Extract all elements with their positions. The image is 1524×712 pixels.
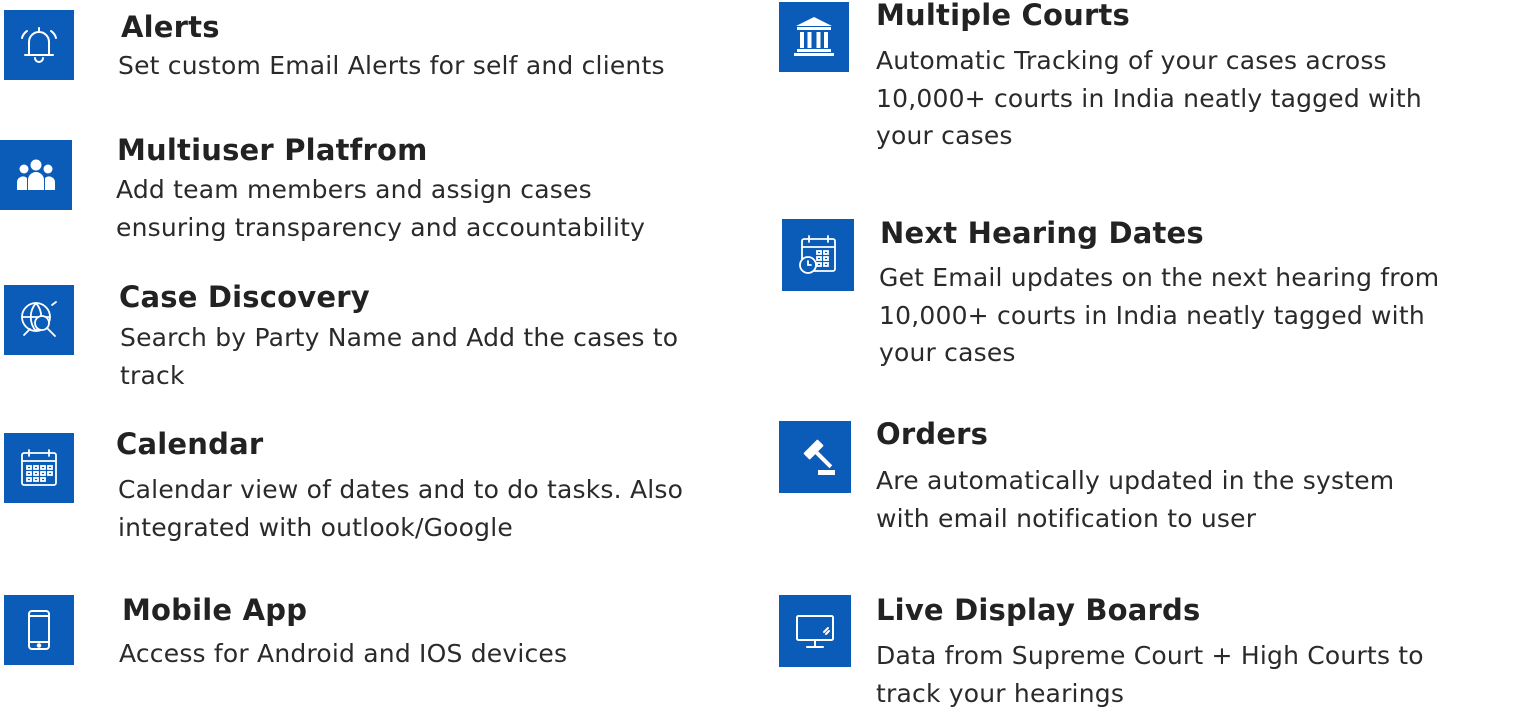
feature-description: Data from Supreme Court + High Courts to… bbox=[876, 641, 1424, 708]
feature-description: Calendar view of dates and to do tasks. … bbox=[118, 475, 684, 542]
feature-title: Live Display Boards bbox=[876, 593, 1201, 627]
feature-title: Alerts bbox=[121, 10, 220, 44]
feature-description: Automatic Tracking of your cases across … bbox=[876, 46, 1422, 150]
feature-title: Orders bbox=[876, 417, 989, 451]
smartphone-icon bbox=[4, 595, 74, 665]
calendar-clock-icon bbox=[782, 219, 854, 291]
feature-description: Are automatically updated in the system … bbox=[876, 466, 1395, 533]
gavel-icon bbox=[779, 421, 851, 493]
feature-title: Multiple Courts bbox=[876, 0, 1130, 32]
feature-title: Mobile App bbox=[122, 593, 308, 627]
team-icon bbox=[0, 140, 72, 210]
courthouse-icon bbox=[779, 2, 849, 72]
calendar-icon bbox=[4, 433, 74, 503]
bell-icon bbox=[4, 10, 74, 80]
feature-description: Set custom Email Alerts for self and cli… bbox=[118, 51, 665, 80]
monitor-icon bbox=[779, 595, 851, 667]
feature-title: Next Hearing Dates bbox=[880, 216, 1204, 250]
feature-description: Search by Party Name and Add the cases t… bbox=[120, 323, 679, 390]
feature-description: Get Email updates on the next hearing fr… bbox=[879, 263, 1440, 367]
feature-title: Calendar bbox=[116, 427, 264, 461]
globe-search-icon bbox=[4, 285, 74, 355]
feature-title: Case Discovery bbox=[119, 280, 370, 314]
feature-description: Add team members and assign cases ensuri… bbox=[116, 175, 646, 242]
feature-title: Multiuser Platfrom bbox=[117, 133, 428, 167]
feature-description: Access for Android and IOS devices bbox=[119, 639, 568, 668]
